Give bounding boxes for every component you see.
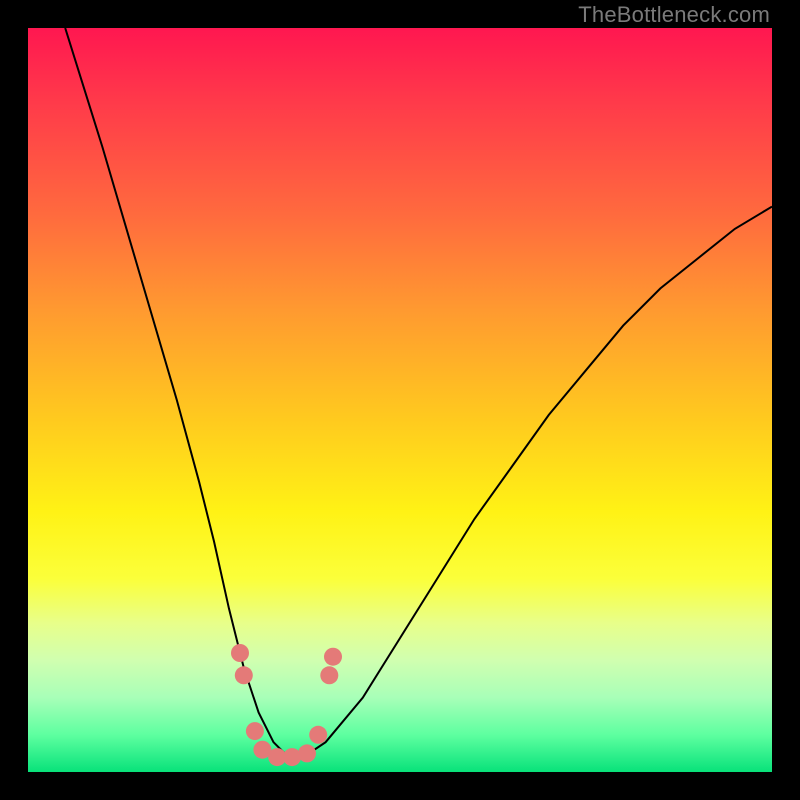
curve-marker [235, 666, 253, 684]
curve-marker [324, 648, 342, 666]
chart-svg [28, 28, 772, 772]
curve-marker [298, 744, 316, 762]
chart-frame: TheBottleneck.com [0, 0, 800, 800]
curve-marker [309, 726, 327, 744]
curve-marker [231, 644, 249, 662]
curve-marker [320, 666, 338, 684]
curve-marker [246, 722, 264, 740]
curve-markers [231, 644, 342, 766]
watermark-text: TheBottleneck.com [578, 2, 770, 28]
bottleneck-curve [65, 28, 772, 757]
plot-area [28, 28, 772, 772]
